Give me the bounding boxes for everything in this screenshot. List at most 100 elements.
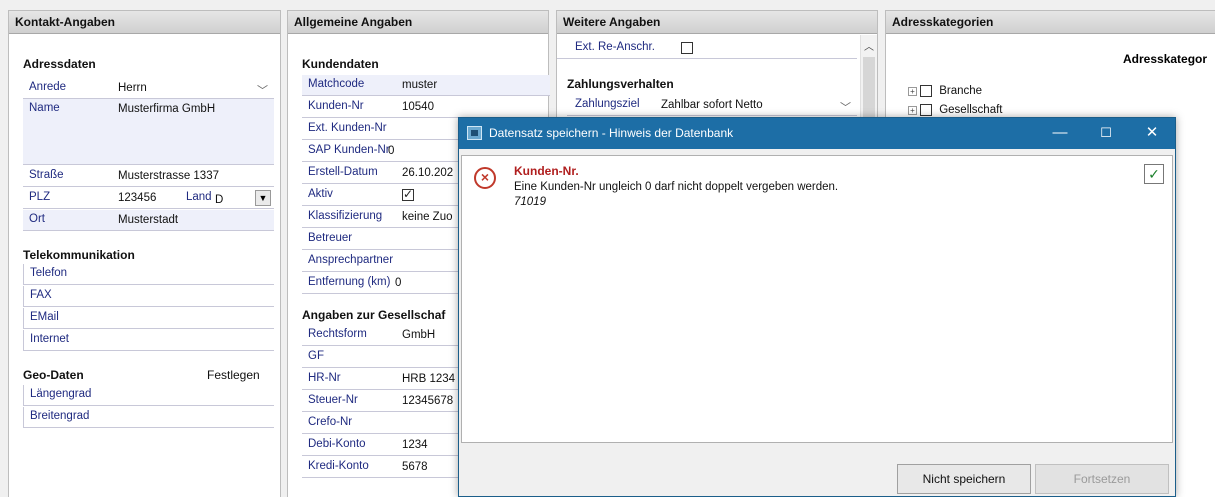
geo-title: Geo-Daten (23, 368, 84, 382)
gesellschaft-title: Angaben zur Gesellschaf (302, 308, 446, 322)
ort-row[interactable]: Ort Musterstadt (23, 210, 274, 231)
gf-label: GF (308, 350, 324, 362)
ext-re-anschr-row[interactable]: Ext. Re-Anschr. (557, 38, 857, 59)
ext-re-anschr-label: Ext. Re-Anschr. (575, 41, 655, 53)
debikonto-value: 1234 (402, 439, 428, 451)
kontakt-panel: Kontakt-Angaben Adressdaten Anrede Herrn… (8, 10, 281, 497)
name-row[interactable]: Name Musterfirma GmbH (23, 99, 274, 165)
kredikonto-value: 5678 (402, 461, 428, 473)
error-message: Eine Kunden-Nr ungleich 0 darf nicht dop… (514, 181, 839, 193)
tree-item-gesellschaft[interactable]: + Gesellschaft (908, 104, 1002, 116)
strasse-value: Musterstrasse 1337 (118, 170, 219, 182)
breitengrad-label: Breitengrad (30, 410, 90, 422)
error-icon: × (474, 167, 496, 189)
expand-icon[interactable]: + (908, 86, 917, 96)
erstell-value: 26.10.202 (402, 167, 454, 179)
adresskategorien-panel-header: Adresskategorien (886, 11, 1215, 34)
dialog-titlebar[interactable]: Datensatz speichern - Hinweis der Datenb… (459, 118, 1175, 149)
zahlungsziel-row[interactable]: Zahlungsziel Zahlbar sofort Netto ﹀ (567, 95, 857, 116)
fax-label: FAX (30, 289, 52, 301)
tree-item-branche[interactable]: + Branche (908, 85, 982, 97)
strasse-label: Straße (29, 169, 64, 181)
plz-row[interactable]: PLZ 123456 Land D ▼ (23, 188, 274, 209)
hrnr-label: HR-Nr (308, 372, 341, 384)
anrede-label: Anrede (29, 81, 67, 93)
email-row[interactable]: EMail (23, 308, 274, 329)
maximize-icon[interactable]: ☐ (1083, 118, 1129, 149)
gesellschaft-checkbox[interactable] (920, 104, 932, 116)
tree-item-label: Gesellschaft (939, 104, 1003, 117)
aktiv-label: Aktiv (308, 188, 333, 200)
breitengrad-row[interactable]: Breitengrad (23, 407, 274, 428)
ansprechpartner-label: Ansprechpartner (308, 254, 394, 266)
sap-value: 0 (388, 145, 395, 157)
nicht-speichern-button[interactable]: Nicht speichern (897, 464, 1031, 494)
anrede-value: Herrn (118, 82, 147, 94)
land-dropdown-button[interactable]: ▼ (255, 190, 271, 206)
kundennr-label: Kunden-Nr (308, 100, 364, 112)
adressdaten-title: Adressdaten (23, 57, 96, 71)
app-icon (467, 126, 482, 140)
crefonr-label: Crefo-Nr (308, 416, 353, 428)
fax-row[interactable]: FAX (23, 286, 274, 307)
save-hint-dialog: Datensatz speichern - Hinweis der Datenb… (458, 117, 1176, 497)
chevron-down-icon[interactable]: ﹀ (840, 99, 851, 115)
matchcode-row[interactable]: Matchcode muster (302, 75, 550, 96)
dialog-message-list: × Kunden-Nr. Eine Kunden-Nr ungleich 0 d… (461, 155, 1173, 443)
anrede-row[interactable]: Anrede Herrn ﹀ (23, 78, 274, 99)
chevron-down-icon[interactable]: ﹀ (257, 82, 268, 98)
adresskategorien-column-title: Adresskategor (1123, 52, 1208, 66)
scroll-up-icon[interactable]: ︿ (864, 38, 874, 53)
klassifizierung-value: keine Zuo (402, 211, 453, 223)
telekom-title: Telekommunikation (23, 248, 135, 262)
close-icon[interactable]: ✕ (1129, 118, 1175, 149)
ort-label: Ort (29, 213, 45, 225)
kredikonto-label: Kredi-Konto (308, 460, 369, 472)
plz-label: PLZ (29, 191, 51, 203)
entfernung-value: 0 (395, 277, 402, 289)
sap-label: SAP Kunden-Nr (308, 144, 390, 156)
telefon-row[interactable]: Telefon (23, 264, 274, 285)
tree-item-label: Branche (939, 85, 983, 98)
zahlungsverhalten-title: Zahlungsverhalten (567, 77, 674, 91)
rechtsform-label: Rechtsform (308, 328, 367, 340)
fortsetzen-button[interactable]: Fortsetzen (1035, 464, 1169, 494)
expand-icon[interactable]: + (908, 105, 917, 115)
internet-row[interactable]: Internet (23, 330, 274, 351)
laengengrad-label: Längengrad (30, 388, 92, 400)
matchcode-value: muster (402, 79, 438, 91)
weitere-panel-header: Weitere Angaben (557, 11, 877, 34)
ort-value: Musterstadt (118, 214, 179, 226)
kontakt-panel-header: Kontakt-Angaben (9, 11, 280, 34)
laengengrad-row[interactable]: Längengrad (23, 385, 274, 406)
plz-value: 123456 (118, 192, 157, 204)
erstell-label: Erstell-Datum (308, 166, 378, 178)
acknowledge-checkmark-icon[interactable]: ✓ (1144, 164, 1164, 184)
branche-checkbox[interactable] (920, 85, 932, 97)
betreuer-label: Betreuer (308, 232, 353, 244)
email-label: EMail (30, 311, 59, 323)
kundennr-value: 10540 (402, 101, 434, 113)
dialog-title: Datensatz speichern - Hinweis der Datenb… (489, 126, 734, 140)
internet-label: Internet (30, 333, 69, 345)
ext-re-anschr-checkbox[interactable] (681, 42, 693, 54)
festlegen-link[interactable]: Festlegen (207, 368, 260, 382)
name-label: Name (29, 102, 60, 114)
zahlungsziel-value: Zahlbar sofort Netto (661, 99, 763, 111)
error-code: 71019 (514, 196, 546, 208)
land-value[interactable]: D (215, 194, 223, 206)
steuernr-label: Steuer-Nr (308, 394, 358, 406)
debikonto-label: Debi-Konto (308, 438, 366, 450)
strasse-row[interactable]: Straße Musterstrasse 1337 (23, 166, 274, 187)
rechtsform-value: GmbH (402, 329, 436, 341)
steuernr-value: 12345678 (402, 395, 454, 407)
kundennr-row[interactable]: Kunden-Nr 10540 (302, 97, 550, 118)
aktiv-checkbox[interactable] (402, 187, 414, 201)
entfernung-label: Entfernung (km) (308, 276, 391, 288)
allgemein-panel-header: Allgemeine Angaben (288, 11, 548, 34)
ext-kundennr-label: Ext. Kunden-Nr (308, 122, 387, 134)
klassifizierung-label: Klassifizierung (308, 210, 383, 222)
error-title: Kunden-Nr. (514, 164, 579, 178)
minimize-icon[interactable]: — (1037, 118, 1083, 149)
hrnr-value: HRB 1234 (402, 373, 456, 385)
